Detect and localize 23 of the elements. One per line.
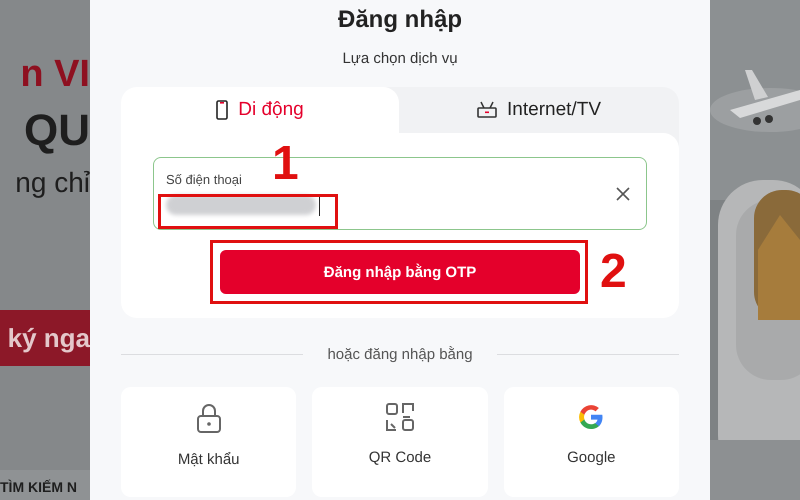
step-number: 2 <box>600 248 627 296</box>
service-tab[interactable]: Internet/TV <box>399 87 679 133</box>
dialog-subtitle: Lựa chọn dịch vụ <box>342 50 458 67</box>
qr-code-icon <box>386 403 414 431</box>
router-icon <box>477 101 497 119</box>
divider-text: hoặc đăng nhập bằng <box>327 346 473 363</box>
login-option[interactable]: Mật khẩu <box>121 387 296 497</box>
login-option[interactable]: Google <box>504 387 679 497</box>
google-icon <box>577 403 606 431</box>
text-cursor <box>319 194 320 216</box>
tagline-text: ng chỉ <box>15 166 90 200</box>
banner-button[interactable]: ký nga <box>0 310 90 366</box>
otp-login-button[interactable]: Đăng nhập bằng OTP <box>220 250 580 294</box>
headline-text: n VI <box>20 52 90 96</box>
dialog-title: Đăng nhập <box>338 6 462 34</box>
close-icon <box>616 187 630 201</box>
headline-text: QU <box>24 106 90 156</box>
phone-icon <box>216 100 228 120</box>
lock-icon <box>196 403 222 433</box>
field-label: Số điện thoại <box>166 172 243 187</box>
section-heading: TÌM KIẾM N <box>0 470 90 500</box>
login-option[interactable]: QR Code <box>312 387 488 497</box>
service-tab[interactable]: Di động <box>121 87 399 133</box>
